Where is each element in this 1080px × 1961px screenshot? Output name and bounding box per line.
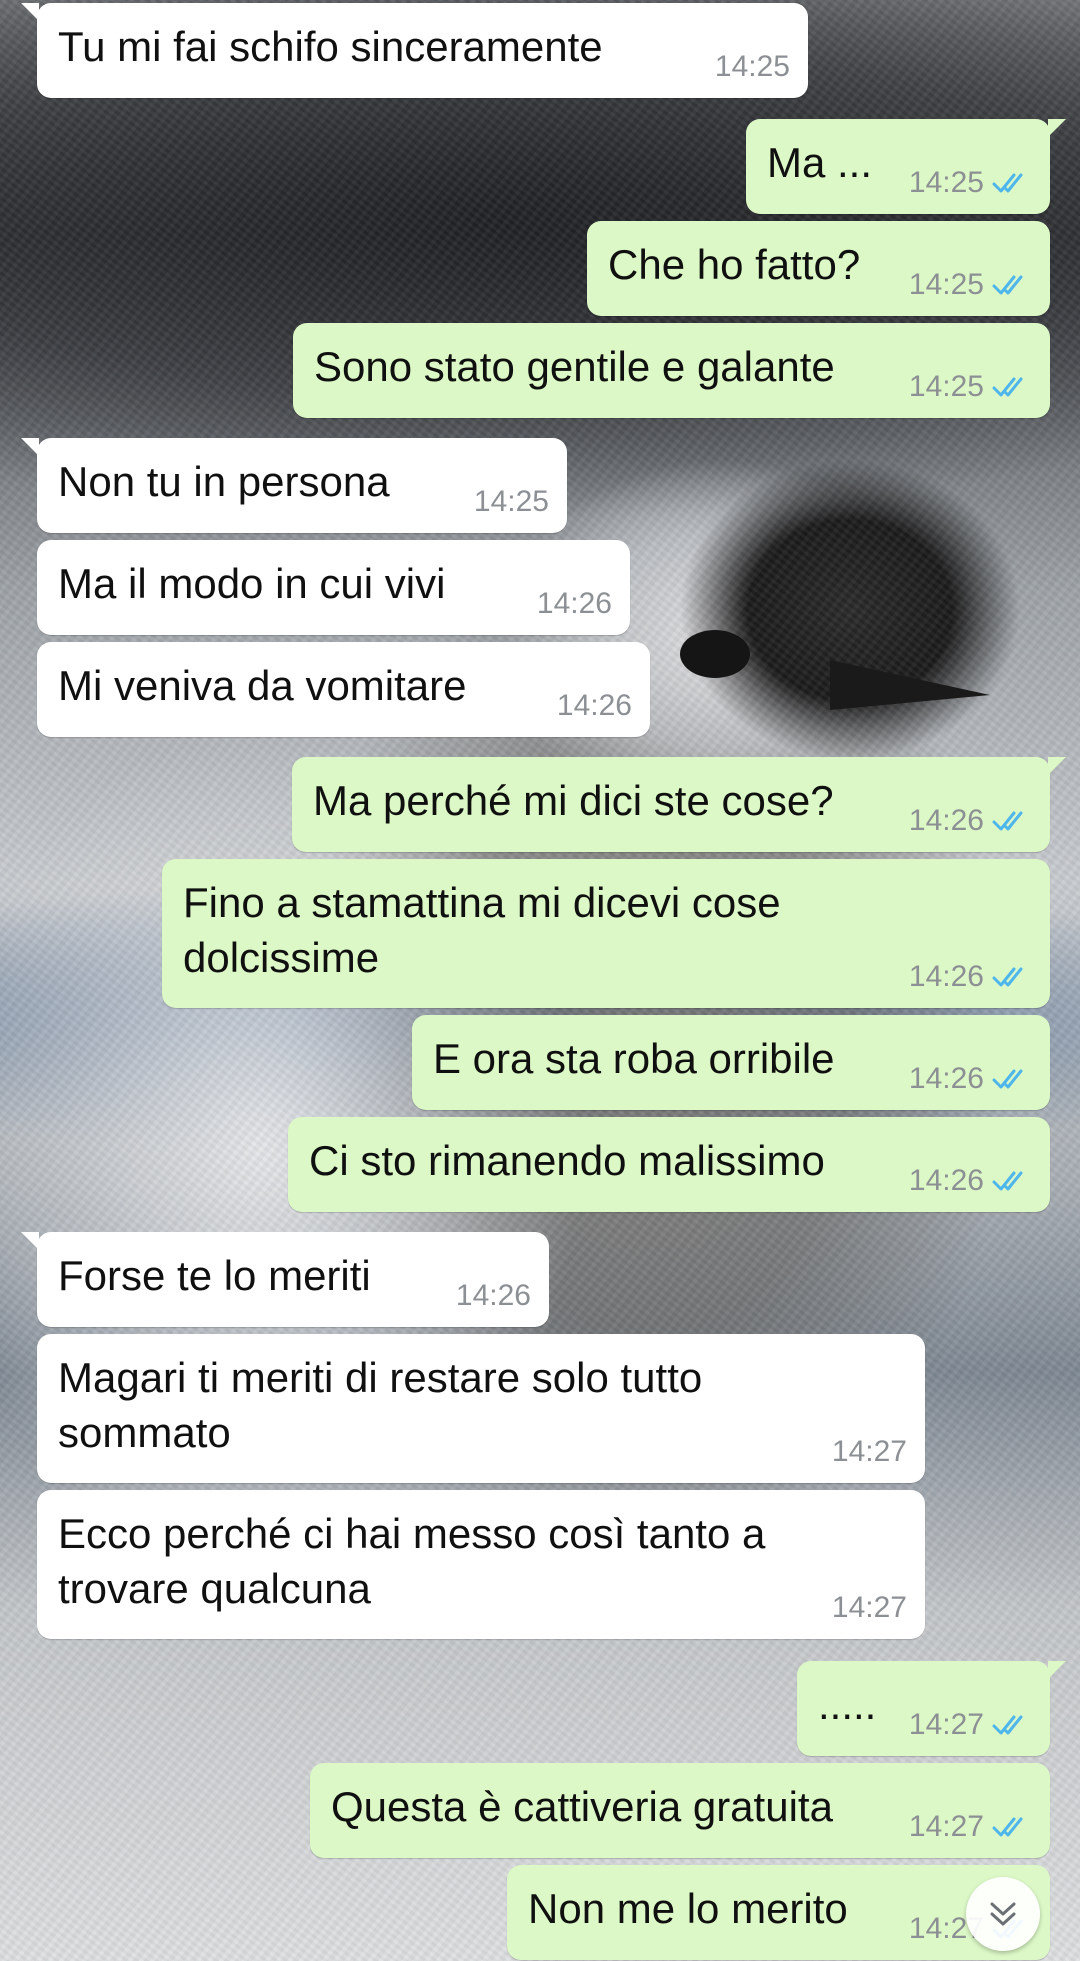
double-check-read-icon	[992, 1817, 1023, 1837]
message-time: 14:25	[473, 485, 549, 518]
scroll-to-bottom-button[interactable]	[966, 1877, 1040, 1951]
message-time: 14:27	[908, 1810, 984, 1843]
message-meta: 14:27	[832, 1591, 907, 1625]
message-time: 14:25	[714, 50, 790, 83]
message-text: Tu mi fai schifo sinceramente	[58, 23, 603, 70]
message-meta: 14:26	[909, 804, 1032, 838]
message-text: Ecco perché ci hai messo così tanto a tr…	[58, 1510, 778, 1612]
double-check-read-icon	[992, 967, 1023, 987]
message-time: 14:26	[536, 587, 612, 620]
double-chevron-down-icon	[990, 1902, 1016, 1926]
double-check-read-icon	[992, 275, 1023, 295]
message-bubble-incoming[interactable]: Tu mi fai schifo sinceramente 14:25	[21, 3, 808, 98]
message-meta: 14:26	[537, 587, 612, 621]
double-check-read-icon	[992, 1069, 1023, 1089]
message-time: 14:26	[455, 1279, 531, 1312]
message-meta: 14:26	[909, 1062, 1032, 1096]
double-check-read-icon	[992, 377, 1023, 397]
message-bubble-outgoing[interactable]: Questa è cattiveria gratuita 14:27	[310, 1763, 1050, 1858]
message-bubble-outgoing[interactable]: Ma perché mi dici ste cose? 14:26	[292, 757, 1066, 852]
message-meta: 14:26	[557, 689, 632, 723]
wallpaper-penguin-eye	[680, 630, 750, 678]
message-bubble-outgoing[interactable]: E ora sta roba orribile 14:26	[412, 1015, 1050, 1110]
message-time: 14:27	[831, 1591, 907, 1624]
message-time: 14:26	[908, 1062, 984, 1095]
message-meta: 14:25	[909, 268, 1032, 302]
message-time: 14:27	[908, 1708, 984, 1741]
message-bubble-outgoing[interactable]: ..... 14:27	[797, 1661, 1066, 1756]
message-time: 14:25	[908, 370, 984, 403]
message-bubble-incoming[interactable]: Magari ti meriti di restare solo tutto s…	[37, 1334, 925, 1483]
double-check-read-icon	[992, 1715, 1023, 1735]
message-time: 14:27	[831, 1435, 907, 1468]
message-time: 14:26	[908, 960, 984, 993]
message-meta: 14:27	[832, 1435, 907, 1469]
message-bubble-outgoing[interactable]: Ma ... 14:25	[746, 119, 1066, 214]
message-bubble-outgoing[interactable]: Fino a stamattina mi dicevi cose dolciss…	[162, 859, 1050, 1008]
message-bubble-incoming[interactable]: Non tu in persona 14:25	[21, 438, 567, 533]
message-meta: 14:25	[909, 166, 1032, 200]
message-meta: 14:25	[909, 370, 1032, 404]
message-meta: 14:25	[715, 50, 790, 84]
message-text: Magari ti meriti di restare solo tutto s…	[58, 1354, 714, 1456]
message-bubble-incoming[interactable]: Forse te lo meriti 14:26	[21, 1232, 549, 1327]
message-bubble-incoming[interactable]: Mi veniva da vomitare 14:26	[37, 642, 650, 737]
double-check-read-icon	[992, 173, 1023, 193]
message-meta: 14:26	[909, 1164, 1032, 1198]
message-meta: 14:27	[909, 1708, 1032, 1742]
double-check-read-icon	[992, 811, 1023, 831]
message-bubble-outgoing[interactable]: Ci sto rimanendo malissimo 14:26	[288, 1117, 1050, 1212]
message-meta: 14:26	[456, 1279, 531, 1313]
message-time: 14:25	[908, 268, 984, 301]
message-time: 14:26	[908, 804, 984, 837]
message-meta: 14:25	[474, 485, 549, 519]
message-bubble-outgoing[interactable]: Che ho fatto? 14:25	[587, 221, 1050, 316]
message-time: 14:26	[556, 689, 632, 722]
message-meta: 14:26	[909, 960, 1032, 994]
message-bubble-incoming[interactable]: Ma il modo in cui vivi 14:26	[37, 540, 630, 635]
message-bubble-outgoing[interactable]: Sono stato gentile e galante 14:25	[293, 323, 1050, 418]
message-meta: 14:27	[909, 1810, 1032, 1844]
message-time: 14:25	[908, 166, 984, 199]
message-text: Mi veniva da vomitare	[58, 662, 467, 709]
message-text: Fino a stamattina mi dicevi cose dolciss…	[183, 879, 793, 981]
message-time: 14:26	[908, 1164, 984, 1197]
double-check-read-icon	[992, 1171, 1023, 1191]
message-text: Ma il modo in cui vivi	[58, 560, 446, 607]
message-bubble-incoming[interactable]: Ecco perché ci hai messo così tanto a tr…	[37, 1490, 925, 1639]
